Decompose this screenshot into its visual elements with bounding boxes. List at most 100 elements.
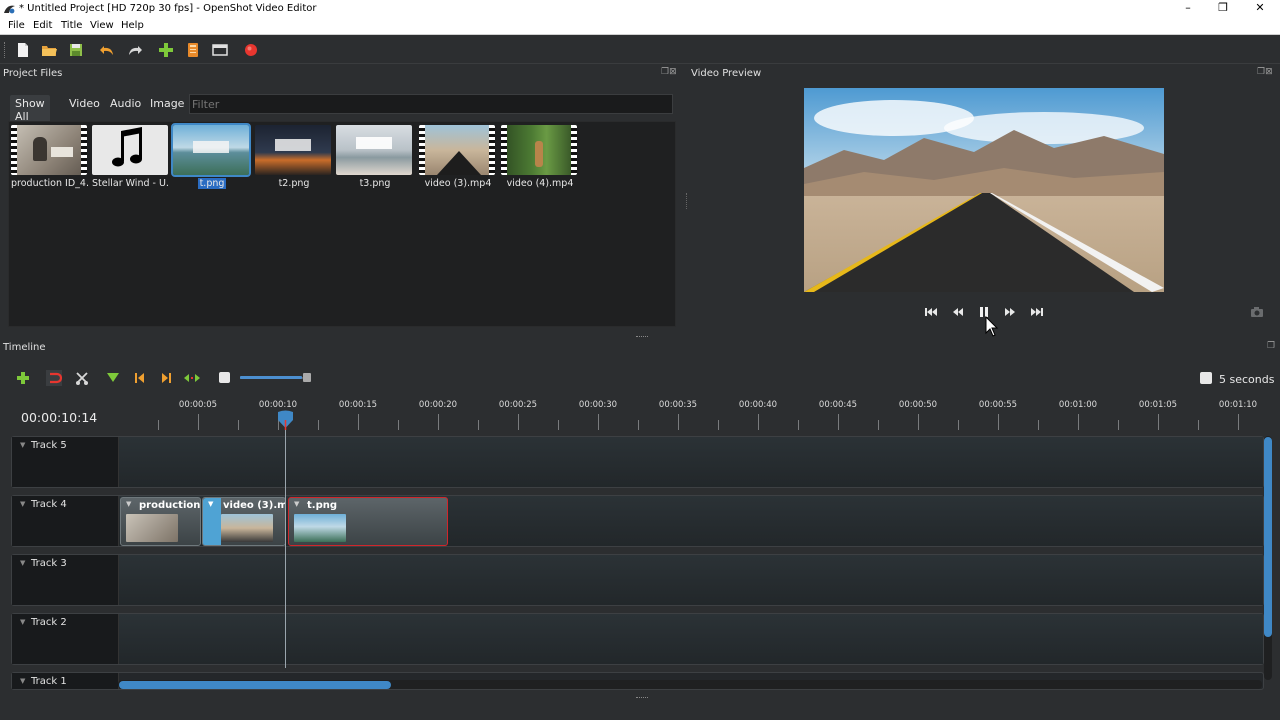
track-3[interactable]: ▼ Track 3 xyxy=(11,554,1264,606)
file-item[interactable]: t2.png xyxy=(255,125,333,189)
video-preview-title: Video Preview xyxy=(691,68,762,79)
file-label: video (4).mp4 xyxy=(506,178,574,189)
fullscreen-icon[interactable] xyxy=(211,41,229,59)
track-header[interactable]: ▼ Track 2 xyxy=(12,614,119,664)
track-header[interactable]: ▼ Track 5 xyxy=(12,437,119,487)
jump-end-icon[interactable] xyxy=(1029,305,1045,319)
clip-thumbnail xyxy=(294,514,346,542)
video-preview-dock-buttons[interactable]: ❐⊠ xyxy=(1257,67,1273,77)
track-2[interactable]: ▼ Track 2 xyxy=(11,613,1264,665)
restore-button[interactable]: ❐ xyxy=(1209,1,1237,17)
ruler-tick xyxy=(838,414,839,430)
profile-icon[interactable] xyxy=(184,41,202,59)
video-preview-frame xyxy=(804,88,1164,292)
horizontal-scrollbar-thumb[interactable] xyxy=(119,681,391,689)
minimize-button[interactable]: – xyxy=(1174,1,1202,17)
track-lane[interactable] xyxy=(119,614,1263,664)
file-item[interactable]: t3.png xyxy=(336,125,414,189)
menu-bar: File Edit Title View Help xyxy=(0,18,1280,35)
file-item[interactable]: video (4).mp4 xyxy=(501,125,579,189)
menu-title[interactable]: Title xyxy=(61,20,82,31)
ruler-minor-tick xyxy=(1038,420,1039,430)
ruler-label: 00:00:20 xyxy=(418,400,458,410)
filter-input[interactable] xyxy=(189,94,673,114)
redo-icon[interactable] xyxy=(126,41,144,59)
import-files-icon[interactable] xyxy=(157,41,175,59)
tab-image[interactable]: Image xyxy=(145,95,189,112)
add-track-icon[interactable] xyxy=(15,370,31,386)
ruler-tick xyxy=(598,414,599,430)
project-files-list[interactable]: production ID_4... Stellar Wind - U... t… xyxy=(8,121,676,327)
playhead-icon[interactable] xyxy=(277,410,294,430)
vertical-splitter[interactable] xyxy=(686,193,688,209)
file-thumbnail xyxy=(336,125,412,175)
track-lane[interactable] xyxy=(119,555,1263,605)
undo-icon[interactable] xyxy=(98,41,116,59)
file-item[interactable]: video (3).mp4 xyxy=(419,125,497,189)
export-video-icon[interactable] xyxy=(242,41,260,59)
project-files-dock-buttons[interactable]: ❐⊠ xyxy=(661,67,677,77)
collapse-arrow-icon[interactable]: ▼ xyxy=(20,618,25,626)
window-title: * Untitled Project [HD 720p 30 fps] - Op… xyxy=(19,3,317,14)
timeline-clip[interactable]: ▼ video (3).mp4 xyxy=(202,497,286,546)
ruler-tick xyxy=(438,414,439,430)
track-lane[interactable] xyxy=(119,437,1263,487)
snapping-icon[interactable] xyxy=(46,370,63,386)
window-title-bar: * Untitled Project [HD 720p 30 fps] - Op… xyxy=(0,0,1280,18)
add-marker-icon[interactable] xyxy=(105,370,121,386)
previous-marker-icon[interactable] xyxy=(132,370,148,386)
fast-forward-icon[interactable] xyxy=(1002,305,1018,319)
clip-menu-icon[interactable]: ▼ xyxy=(294,500,299,508)
open-project-icon[interactable] xyxy=(40,41,58,59)
music-note-icon xyxy=(92,125,168,175)
collapse-arrow-icon[interactable]: ▼ xyxy=(20,677,25,685)
menu-file[interactable]: File xyxy=(8,20,25,31)
timeline-clip[interactable]: ▼ production... xyxy=(120,497,201,546)
tab-audio[interactable]: Audio xyxy=(105,95,146,112)
track-name: Track 1 xyxy=(31,676,67,687)
clip-menu-icon[interactable]: ▼ xyxy=(208,500,213,508)
menu-edit[interactable]: Edit xyxy=(33,20,52,31)
vertical-scrollbar-thumb[interactable] xyxy=(1264,437,1272,637)
track-5[interactable]: ▼ Track 5 xyxy=(11,436,1264,488)
zoom-out-icon[interactable] xyxy=(219,372,230,383)
menu-view[interactable]: View xyxy=(90,20,114,31)
ruler-minor-tick xyxy=(638,420,639,430)
menu-help[interactable]: Help xyxy=(121,20,144,31)
track-header[interactable]: ▼ Track 1 xyxy=(12,673,119,689)
bottom-resize-handle[interactable] xyxy=(636,697,648,700)
razor-tool-icon[interactable] xyxy=(74,370,90,386)
clip-menu-icon[interactable]: ▼ xyxy=(126,500,131,508)
jump-start-icon[interactable] xyxy=(923,305,939,319)
zoom-slider-handle[interactable] xyxy=(303,373,311,382)
ruler-minor-tick xyxy=(558,420,559,430)
ruler-minor-tick xyxy=(878,420,879,430)
next-marker-icon[interactable] xyxy=(158,370,174,386)
track-header[interactable]: ▼ Track 4 xyxy=(12,496,119,546)
zoom-in-icon[interactable] xyxy=(1200,372,1212,384)
collapse-arrow-icon[interactable]: ▼ xyxy=(20,441,25,449)
track-header[interactable]: ▼ Track 3 xyxy=(12,555,119,605)
ruler-tick xyxy=(678,414,679,430)
tab-video[interactable]: Video xyxy=(64,95,105,112)
new-project-icon[interactable] xyxy=(14,41,32,59)
panel-resize-handle[interactable] xyxy=(636,336,648,339)
ruler-tick xyxy=(1238,414,1239,430)
file-thumbnail xyxy=(419,125,495,175)
timeline-dock-buttons[interactable]: ❐ xyxy=(1267,341,1275,351)
clip-title: video (3).mp4 xyxy=(223,500,285,511)
rewind-icon[interactable] xyxy=(950,305,966,319)
center-timeline-icon[interactable] xyxy=(184,370,200,386)
collapse-arrow-icon[interactable]: ▼ xyxy=(20,559,25,567)
clip-thumbnail xyxy=(126,514,178,542)
file-item[interactable]: production ID_4... xyxy=(11,125,89,189)
track-name: Track 5 xyxy=(31,440,67,451)
ruler-label: 00:01:00 xyxy=(1058,400,1098,410)
save-project-icon[interactable] xyxy=(67,41,85,59)
camera-icon[interactable] xyxy=(1249,305,1265,319)
collapse-arrow-icon[interactable]: ▼ xyxy=(20,500,25,508)
file-item[interactable]: Stellar Wind - U... xyxy=(92,125,170,189)
close-button[interactable]: ✕ xyxy=(1246,1,1274,17)
timeline-clip-selected[interactable]: ▼ t.png xyxy=(288,497,448,546)
file-item[interactable]: t.png xyxy=(171,123,251,189)
